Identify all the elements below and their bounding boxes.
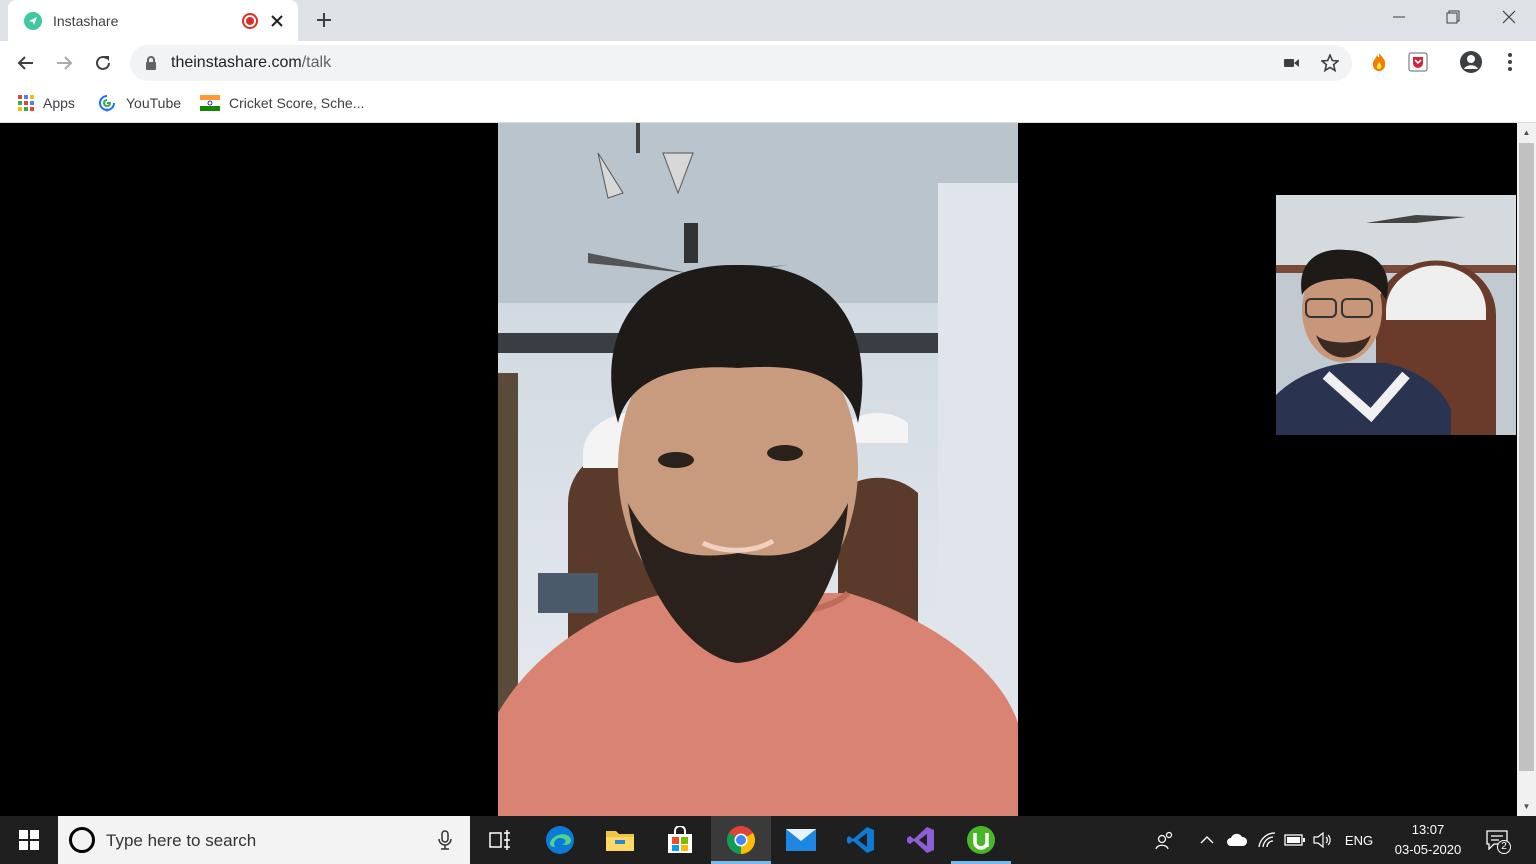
language-indicator[interactable]: ENG: [1340, 816, 1378, 864]
minimize-button[interactable]: [1374, 0, 1424, 34]
kebab-menu-icon[interactable]: [1498, 50, 1522, 74]
taskbar-search[interactable]: Type here to search: [58, 816, 470, 864]
battery-icon[interactable]: [1282, 816, 1308, 864]
scrollbar-thumb[interactable]: [1519, 143, 1534, 771]
youtube-swirl-icon: [97, 93, 117, 113]
chrome-icon[interactable]: [711, 816, 771, 864]
tab-strip: Instashare: [0, 0, 1536, 41]
bookmark-star-icon[interactable]: [1320, 53, 1340, 73]
browser-toolbar: theinstashare.com/talk: [0, 41, 1536, 85]
bookmark-label: Apps: [43, 95, 75, 111]
onedrive-icon[interactable]: [1223, 816, 1251, 864]
tab-title: Instashare: [53, 12, 119, 29]
bookmarks-bar: Apps YouTube Cricket Score, Sche...: [0, 85, 1536, 123]
recording-icon: [242, 12, 258, 29]
notification-count-badge: 2: [1497, 840, 1511, 854]
store-icon[interactable]: [650, 816, 710, 864]
cortana-icon: [69, 827, 95, 853]
clock-time: 13:07: [1411, 822, 1445, 837]
local-video[interactable]: [1276, 195, 1516, 435]
bookmark-label: YouTube: [126, 95, 182, 111]
new-tab-button[interactable]: [312, 8, 336, 32]
chevron-up-icon[interactable]: [1195, 816, 1219, 864]
vscode-icon[interactable]: [831, 816, 891, 864]
start-button[interactable]: [0, 816, 57, 864]
pocket-extension-icon[interactable]: [1406, 50, 1430, 74]
restore-button[interactable]: [1428, 0, 1478, 34]
bookmark-cricket[interactable]: Cricket Score, Sche...: [200, 91, 364, 115]
file-explorer-icon[interactable]: [590, 816, 650, 864]
wifi-icon[interactable]: [1254, 816, 1280, 864]
search-placeholder: Type here to search: [106, 831, 257, 850]
volume-icon[interactable]: [1310, 816, 1336, 864]
clock-date: 03-05-2020: [1394, 842, 1462, 857]
bookmark-label: Cricket Score, Sche...: [229, 95, 365, 111]
tab-close-icon[interactable]: [268, 12, 286, 30]
language-label: ENG: [1344, 832, 1374, 848]
camera-icon[interactable]: [1282, 53, 1302, 73]
forward-button[interactable]: [48, 47, 80, 79]
clock[interactable]: 13:07 03-05-2020: [1380, 820, 1476, 860]
windows-logo-icon: [18, 830, 39, 850]
url-text: theinstashare.com/talk: [171, 54, 331, 72]
task-view-icon[interactable]: [470, 816, 530, 864]
edge-icon[interactable]: [530, 816, 590, 864]
lock-icon: [145, 56, 157, 75]
reload-button[interactable]: [87, 47, 119, 79]
india-flag-icon: [200, 93, 220, 113]
video-call-area: [0, 123, 1517, 816]
scroll-up-icon[interactable]: ▲: [1517, 123, 1536, 141]
url-path: /talk: [301, 54, 332, 71]
address-bar[interactable]: theinstashare.com/talk: [130, 45, 1352, 81]
back-button[interactable]: [10, 47, 42, 79]
url-domain: theinstashare.com: [171, 54, 302, 71]
utorrent-icon[interactable]: [951, 816, 1011, 864]
paper-plane-icon: [24, 11, 42, 30]
apps-grid-icon: [18, 95, 34, 111]
windows-taskbar: Type here to search ENG 13:07 03-05-2020…: [0, 816, 1536, 864]
bookmark-youtube[interactable]: YouTube: [97, 91, 181, 115]
remote-participant-video: [498, 123, 1018, 816]
scroll-down-icon[interactable]: ▼: [1517, 797, 1536, 815]
profile-avatar-icon[interactable]: [1459, 50, 1483, 74]
tab-instashare[interactable]: Instashare: [8, 0, 298, 41]
microphone-icon[interactable]: [438, 830, 452, 855]
self-view-video: [1276, 195, 1516, 435]
fire-extension-icon[interactable]: [1367, 50, 1391, 74]
close-window-button[interactable]: [1484, 0, 1534, 34]
bookmark-apps[interactable]: Apps: [18, 91, 75, 115]
visual-studio-icon[interactable]: [891, 816, 951, 864]
people-icon[interactable]: [1150, 816, 1180, 864]
mail-icon[interactable]: [771, 816, 831, 864]
remote-video[interactable]: [498, 123, 1018, 816]
